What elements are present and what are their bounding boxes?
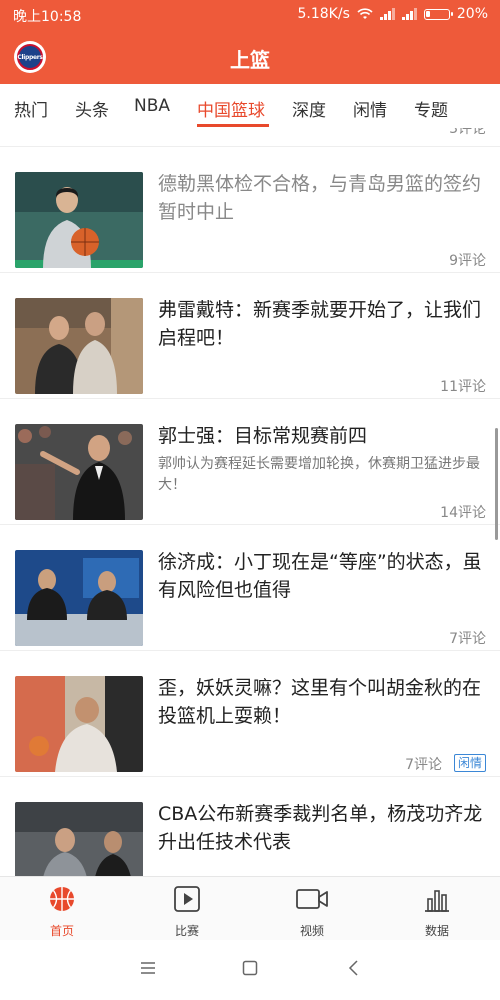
news-thumbnail <box>15 424 143 520</box>
play-icon <box>174 886 200 912</box>
news-card-partial[interactable]: 3评论 <box>0 128 500 147</box>
status-bar: 晚上10:58 5.18K/s 20% <box>0 0 500 30</box>
active-tab-indicator <box>197 124 269 127</box>
category-badge[interactable]: 闲情 <box>453 754 486 772</box>
news-card[interactable]: 德勒黑体检不合格，与青岛男篮的签约暂时中止 9评论 <box>0 146 500 273</box>
video-camera-icon <box>296 889 328 909</box>
news-card[interactable]: 弗雷戴特：新赛季就要开始了，让我们启程吧！ 11评论 <box>0 272 500 399</box>
comment-count: 7评论 <box>449 631 486 647</box>
nav-data[interactable]: 数据 <box>397 885 477 939</box>
news-card[interactable]: 郭士强：目标常规赛前四 郭帅认为赛程延长需要增加轮换，休赛期卫猛进步最大！ 14… <box>0 398 500 525</box>
comment-count: 9评论 <box>449 253 486 269</box>
news-thumbnail <box>15 550 143 646</box>
news-summary: 郭帅认为赛程延长需要增加轮换，休赛期卫猛进步最大！ <box>158 456 480 493</box>
nav-label: 首页 <box>49 924 74 938</box>
bottom-navigation: 首页 比赛 视频 数据 <box>0 876 500 941</box>
basketball-icon <box>50 887 74 911</box>
comment-count: 3评论 <box>449 128 486 137</box>
battery-percent: 20% <box>456 6 488 22</box>
bar-chart-icon <box>425 890 449 912</box>
news-thumbnail <box>15 298 143 394</box>
news-title: 郭士强：目标常规赛前四 <box>158 425 368 447</box>
wifi-icon <box>357 8 373 19</box>
news-title: CBA公布新赛季裁判名单，杨茂功齐龙升出任技术代表 <box>158 803 483 853</box>
tab-depth[interactable]: 深度 <box>292 96 326 121</box>
nav-label: 数据 <box>424 924 449 938</box>
news-thumbnail <box>15 172 143 268</box>
status-right: 5.18K/s 20% <box>298 6 489 22</box>
tab-nba[interactable]: NBA <box>134 96 170 116</box>
news-thumbnail <box>15 676 143 772</box>
battery-icon <box>423 8 453 20</box>
comment-count: 7评论 <box>405 757 442 773</box>
tab-headlines[interactable]: 头条 <box>75 96 109 121</box>
app-header: 晚上10:58 5.18K/s 20% Clippers 上篮 <box>0 0 500 84</box>
nav-label: 比赛 <box>174 924 199 938</box>
signal-icon-2 <box>401 8 417 20</box>
nav-label: 视频 <box>299 924 324 938</box>
nav-games[interactable]: 比赛 <box>147 885 227 939</box>
signal-icon <box>379 8 395 20</box>
comment-count: 14评论 <box>440 505 486 521</box>
tab-hot[interactable]: 热门 <box>14 96 48 121</box>
nav-video[interactable]: 视频 <box>272 885 352 939</box>
tab-chinese-basketball[interactable]: 中国篮球 <box>197 96 265 121</box>
menu-icon[interactable] <box>140 960 156 976</box>
home-square-icon[interactable] <box>242 960 258 976</box>
news-thumbnail <box>15 802 143 876</box>
status-time: 晚上10:58 <box>13 9 82 25</box>
news-card[interactable]: CBA公布新赛季裁判名单，杨茂功齐龙升出任技术代表 <box>0 776 500 876</box>
news-card[interactable]: 歪，妖妖灵嘛？这里有个叫胡金秋的在投篮机上耍赖！ 7评论 闲情 <box>0 650 500 777</box>
news-card[interactable]: 徐济成：小丁现在是“等座”的状态，虽有风险但也值得 7评论 <box>0 524 500 651</box>
news-title: 徐济成：小丁现在是“等座”的状态，虽有风险但也值得 <box>158 551 482 601</box>
scrollbar[interactable] <box>495 428 498 540</box>
tab-leisure[interactable]: 闲情 <box>353 96 387 121</box>
tab-topics[interactable]: 专题 <box>414 96 448 121</box>
news-title: 德勒黑体检不合格，与青岛男篮的签约暂时中止 <box>158 173 482 223</box>
app-title: 上篮 <box>230 48 270 72</box>
system-nav-bar <box>0 940 500 1000</box>
news-title: 弗雷戴特：新赛季就要开始了，让我们启程吧！ <box>158 299 482 349</box>
comment-count: 11评论 <box>440 379 486 395</box>
news-feed[interactable]: 3评论 德勒黑体检不合格，与青岛男篮的签约暂时中止 9评论 弗雷戴特：新赛季就要… <box>0 128 500 876</box>
news-title: 歪，妖妖灵嘛？这里有个叫胡金秋的在投篮机上耍赖！ <box>158 677 482 727</box>
category-tabs: 热门 头条 NBA 中国篮球 深度 闲情 专题 <box>0 84 500 129</box>
nav-home[interactable]: 首页 <box>22 885 102 939</box>
network-speed: 5.18K/s <box>297 6 350 22</box>
back-icon[interactable] <box>346 960 362 976</box>
